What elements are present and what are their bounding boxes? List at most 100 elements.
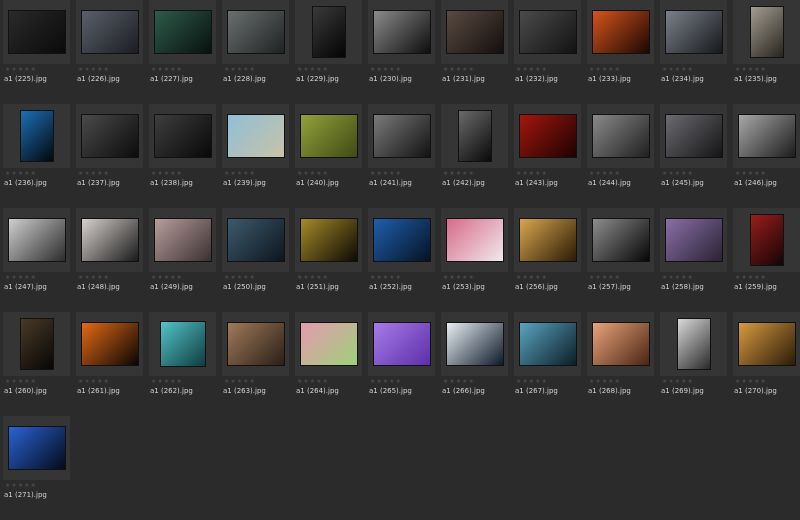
thumbnail-item[interactable]: ★★★★★ a1 (228).jpg <box>219 0 292 104</box>
thumbnail-item[interactable]: ★★★★★ a1 (246).jpg <box>730 104 800 208</box>
thumbnail-item[interactable]: ★★★★★ a1 (226).jpg <box>73 0 146 104</box>
rating-stars[interactable]: ★★★★★ <box>5 274 37 282</box>
thumbnail-item[interactable]: ★★★★★ a1 (253).jpg <box>438 208 511 312</box>
thumbnail-item[interactable]: ★★★★★ a1 (232).jpg <box>511 0 584 104</box>
thumbnail-item[interactable]: ★★★★★ a1 (227).jpg <box>146 0 219 104</box>
rating-stars[interactable]: ★★★★★ <box>151 66 183 74</box>
thumbnail-item[interactable]: ★★★★★ a1 (230).jpg <box>365 0 438 104</box>
rating-stars[interactable]: ★★★★★ <box>151 170 183 178</box>
thumbnail-item[interactable]: ★★★★★ a1 (252).jpg <box>365 208 438 312</box>
thumbnail-item[interactable]: ★★★★★ a1 (259).jpg <box>730 208 800 312</box>
rating-stars[interactable]: ★★★★★ <box>735 66 767 74</box>
rating-stars[interactable]: ★★★★★ <box>297 274 329 282</box>
rating-stars[interactable]: ★★★★★ <box>5 66 37 74</box>
rating-stars[interactable]: ★★★★★ <box>297 170 329 178</box>
thumbnail-item[interactable]: ★★★★★ a1 (256).jpg <box>511 208 584 312</box>
thumbnail-item[interactable]: ★★★★★ a1 (271).jpg <box>0 416 73 520</box>
thumbnail-item[interactable]: ★★★★★ a1 (260).jpg <box>0 312 73 416</box>
thumbnail-image[interactable] <box>445 322 504 366</box>
thumbnail-item[interactable]: ★★★★★ a1 (236).jpg <box>0 104 73 208</box>
rating-stars[interactable]: ★★★★★ <box>516 274 548 282</box>
thumbnail-frame[interactable] <box>733 0 800 64</box>
thumbnail-image[interactable] <box>591 322 650 366</box>
thumbnail-image[interactable] <box>311 6 346 58</box>
thumbnail-image[interactable] <box>19 318 54 370</box>
rating-stars[interactable]: ★★★★★ <box>662 66 694 74</box>
rating-stars[interactable]: ★★★★★ <box>662 378 694 386</box>
thumbnail-frame[interactable] <box>514 104 581 168</box>
thumbnail-frame[interactable] <box>660 208 727 272</box>
thumbnail-item[interactable]: ★★★★★ a1 (239).jpg <box>219 104 292 208</box>
thumbnail-item[interactable]: ★★★★★ a1 (241).jpg <box>365 104 438 208</box>
thumbnail-item[interactable]: ★★★★★ a1 (247).jpg <box>0 208 73 312</box>
thumbnail-item[interactable]: ★★★★★ a1 (240).jpg <box>292 104 365 208</box>
thumbnail-image[interactable] <box>19 110 54 162</box>
thumbnail-frame[interactable] <box>441 208 508 272</box>
thumbnail-image[interactable] <box>226 10 285 54</box>
thumbnail-frame[interactable] <box>587 0 654 64</box>
thumbnail-item[interactable]: ★★★★★ a1 (234).jpg <box>657 0 730 104</box>
thumbnail-image[interactable] <box>299 218 358 262</box>
thumbnail-frame[interactable] <box>368 312 435 376</box>
thumbnail-image[interactable] <box>372 10 431 54</box>
thumbnail-image[interactable] <box>299 114 358 158</box>
thumbnail-frame[interactable] <box>222 0 289 64</box>
thumbnail-frame[interactable] <box>295 104 362 168</box>
rating-stars[interactable]: ★★★★★ <box>297 378 329 386</box>
thumbnail-image[interactable] <box>80 322 139 366</box>
thumbnail-item[interactable]: ★★★★★ a1 (242).jpg <box>438 104 511 208</box>
thumbnail-image[interactable] <box>80 218 139 262</box>
rating-stars[interactable]: ★★★★★ <box>5 170 37 178</box>
thumbnail-item[interactable]: ★★★★★ a1 (268).jpg <box>584 312 657 416</box>
thumbnail-frame[interactable] <box>76 208 143 272</box>
thumbnail-image[interactable] <box>749 6 784 58</box>
rating-stars[interactable]: ★★★★★ <box>589 66 621 74</box>
thumbnail-image[interactable] <box>737 114 796 158</box>
thumbnail-item[interactable]: ★★★★★ a1 (245).jpg <box>657 104 730 208</box>
thumbnail-frame[interactable] <box>295 312 362 376</box>
thumbnail-image[interactable] <box>299 322 358 366</box>
thumbnail-image[interactable] <box>676 318 711 370</box>
thumbnail-frame[interactable] <box>149 104 216 168</box>
thumbnail-frame[interactable] <box>514 208 581 272</box>
thumbnail-image[interactable] <box>226 114 285 158</box>
thumbnail-item[interactable]: ★★★★★ a1 (233).jpg <box>584 0 657 104</box>
thumbnail-frame[interactable] <box>660 0 727 64</box>
thumbnail-item[interactable]: ★★★★★ a1 (265).jpg <box>365 312 438 416</box>
rating-stars[interactable]: ★★★★★ <box>5 378 37 386</box>
thumbnail-frame[interactable] <box>368 0 435 64</box>
rating-stars[interactable]: ★★★★★ <box>78 170 110 178</box>
thumbnail-frame[interactable] <box>514 0 581 64</box>
thumbnail-image[interactable] <box>518 322 577 366</box>
thumbnail-item[interactable]: ★★★★★ a1 (264).jpg <box>292 312 365 416</box>
thumbnail-image[interactable] <box>372 322 431 366</box>
thumbnail-frame[interactable] <box>295 208 362 272</box>
rating-stars[interactable]: ★★★★★ <box>443 170 475 178</box>
rating-stars[interactable]: ★★★★★ <box>78 66 110 74</box>
thumbnail-frame[interactable] <box>441 104 508 168</box>
thumbnail-frame[interactable] <box>733 208 800 272</box>
thumbnail-image[interactable] <box>445 10 504 54</box>
thumbnail-item[interactable]: ★★★★★ a1 (238).jpg <box>146 104 219 208</box>
thumbnail-image[interactable] <box>518 10 577 54</box>
rating-stars[interactable]: ★★★★★ <box>370 170 402 178</box>
thumbnail-frame[interactable] <box>222 208 289 272</box>
thumbnail-frame[interactable] <box>149 0 216 64</box>
thumbnail-item[interactable]: ★★★★★ a1 (270).jpg <box>730 312 800 416</box>
rating-stars[interactable]: ★★★★★ <box>5 482 37 490</box>
rating-stars[interactable]: ★★★★★ <box>297 66 329 74</box>
thumbnail-image[interactable] <box>7 218 66 262</box>
thumbnail-frame[interactable] <box>587 208 654 272</box>
thumbnail-image[interactable] <box>591 218 650 262</box>
rating-stars[interactable]: ★★★★★ <box>516 378 548 386</box>
thumbnail-image[interactable] <box>153 114 212 158</box>
rating-stars[interactable]: ★★★★★ <box>370 274 402 282</box>
thumbnail-frame[interactable] <box>3 0 70 64</box>
thumbnail-image[interactable] <box>664 10 723 54</box>
thumbnail-frame[interactable] <box>733 104 800 168</box>
rating-stars[interactable]: ★★★★★ <box>224 170 256 178</box>
thumbnail-frame[interactable] <box>587 104 654 168</box>
thumbnail-item[interactable]: ★★★★★ a1 (266).jpg <box>438 312 511 416</box>
rating-stars[interactable]: ★★★★★ <box>735 170 767 178</box>
thumbnail-image[interactable] <box>159 321 206 367</box>
